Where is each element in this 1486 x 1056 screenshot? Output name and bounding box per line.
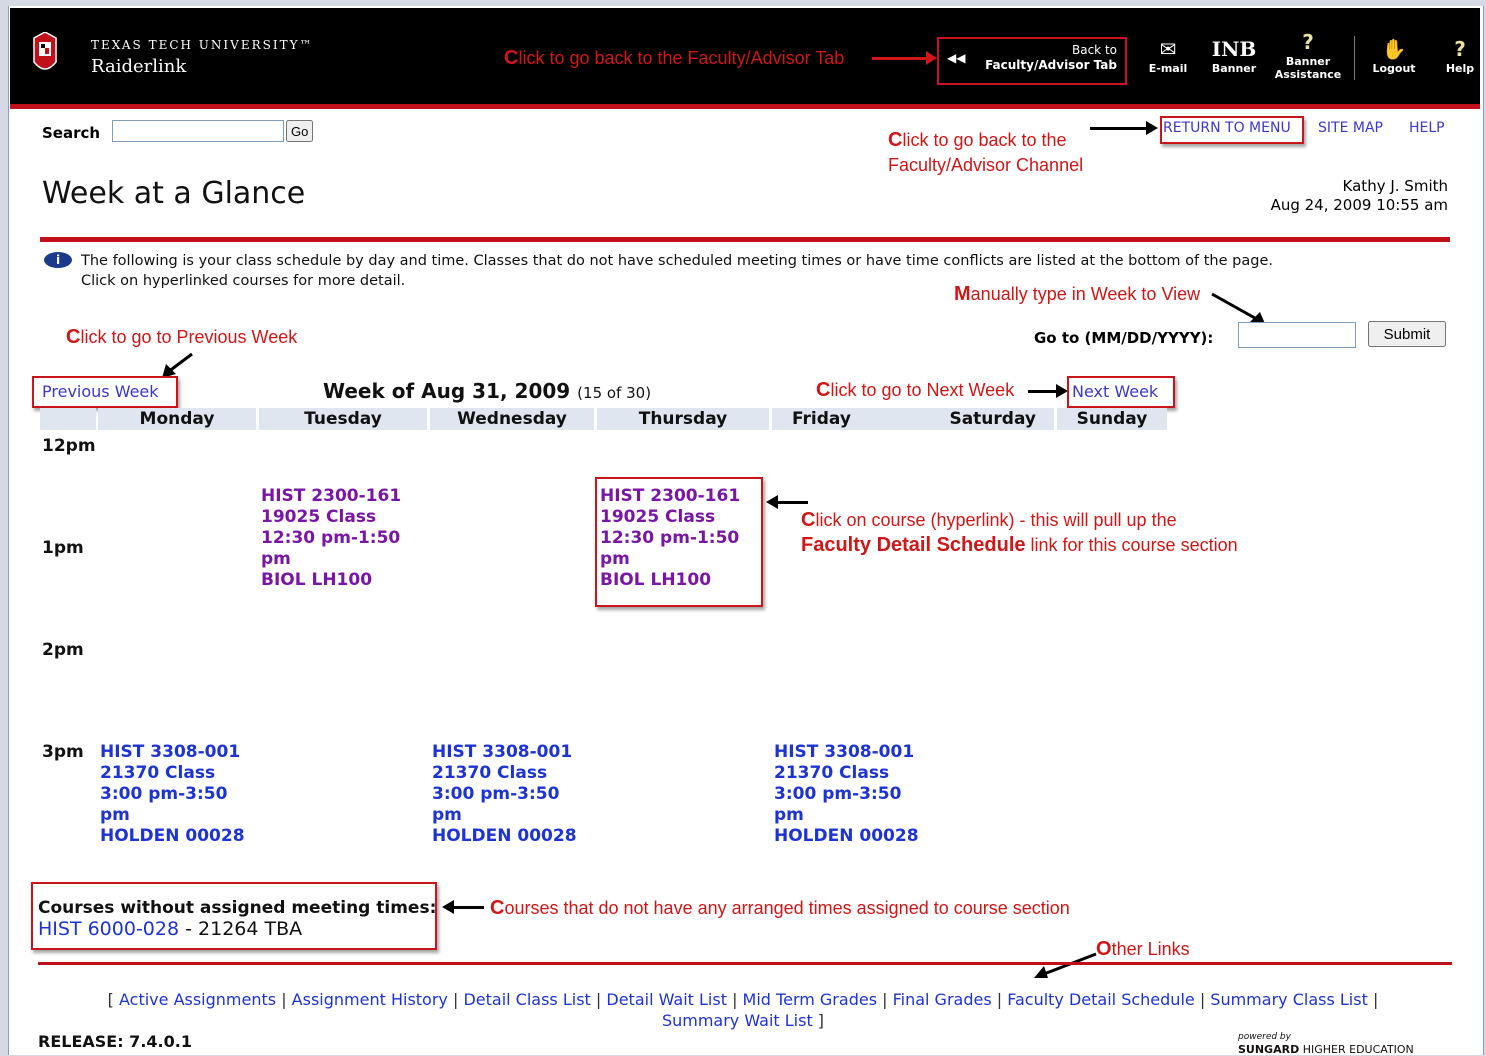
footer-link-summary-wait-list[interactable]: Summary Wait List [662, 1011, 813, 1030]
site-map-link[interactable]: SITE MAP [1318, 120, 1383, 136]
back-to-line2: Faculty/Advisor Tab [985, 58, 1117, 72]
next-week-link[interactable]: Next Week [1072, 382, 1158, 401]
day-header-sunday: Sunday [1057, 408, 1167, 430]
question-icon: ? [1454, 37, 1466, 61]
return-to-menu-link[interactable]: RETURN TO MENU [1163, 120, 1291, 136]
footer-link-faculty-detail-schedule[interactable]: Faculty Detail Schedule [1007, 990, 1195, 1009]
banner-button[interactable]: INB Banner [1206, 36, 1262, 75]
arrowhead-icon [926, 51, 937, 65]
unassigned-course-link[interactable]: HIST 6000-028 [38, 918, 179, 940]
rewind-icon: ◀◀ [947, 51, 966, 65]
unassigned-course: HIST 6000-028 - 21264 TBA [38, 918, 303, 940]
annotation-next-arrow [1028, 390, 1058, 393]
page-datetime: Aug 24, 2009 10:55 am [1270, 196, 1448, 214]
search-input[interactable] [112, 120, 284, 142]
course-wednesday-hist3308[interactable]: HIST 3308-001 21370 Class 3:00 pm-3:50 pm HO… [432, 742, 577, 847]
annotation-back-arrow [872, 57, 928, 60]
annotation-next: Click to go to Next Week [816, 379, 1015, 401]
nav-divider [1354, 36, 1355, 80]
search-label: Search [42, 124, 101, 142]
time-label-2pm: 2pm [42, 640, 84, 660]
day-header-friday: Friday [772, 408, 932, 430]
annotation-prev: Click to go to Previous Week [66, 326, 298, 348]
annotation-unassigned-arrow [452, 906, 484, 909]
footer-red-rule [38, 962, 1452, 965]
logout-button[interactable]: ✋ Logout [1364, 36, 1424, 75]
hand-icon: ✋ [1381, 37, 1407, 61]
annotation-manual: Manually type in Week to View [954, 283, 1201, 305]
day-header-blank [40, 408, 96, 430]
time-label-1pm: 1pm [42, 538, 84, 558]
day-header-monday: Monday [98, 408, 256, 430]
time-label-3pm: 3pm [42, 742, 84, 762]
help-link[interactable]: HELP [1409, 120, 1445, 136]
day-header-thursday: Thursday [597, 408, 769, 430]
course-monday-hist3308[interactable]: HIST 3308-001 21370 Class 3:00 pm-3:50 pm HO… [100, 742, 245, 847]
unassigned-label: Courses without assigned meeting times: [38, 898, 437, 918]
goto-date-input[interactable] [1238, 322, 1356, 348]
annotation-other-arrow [1034, 952, 1097, 978]
envelope-icon: ✉ [1159, 37, 1177, 61]
footer-link-active-assignments[interactable]: Active Assignments [119, 990, 276, 1009]
powered-by-text: powered by [1238, 1032, 1291, 1042]
release-text: RELEASE: 7.4.0.1 [38, 1032, 192, 1051]
info-text: The following is your class schedule by … [81, 253, 1273, 289]
annotation-return-menu: Click to go back to the Faculty/Advisor … [888, 129, 1084, 175]
user-name: Kathy J. Smith [1342, 177, 1448, 195]
footer-links: [ Active Assignments | Assignment Histor… [107, 990, 1379, 1030]
annotation-back: Click to go back to the Faculty/Advisor … [504, 47, 845, 69]
annotation-return-arrow [1090, 127, 1148, 130]
week-title: Week of Aug 31, 2009 (15 of 30) [323, 379, 652, 403]
banner-assistance-button[interactable]: ? Banner Assistance [1266, 29, 1350, 81]
annotation-course: Click on course (hyperlink) - this will … [801, 509, 1238, 556]
help-nav-button[interactable]: ? Help [1438, 36, 1482, 75]
arrowhead-icon [1146, 121, 1158, 135]
annotation-course-arrow [776, 501, 808, 504]
question-icon: ? [1302, 30, 1314, 54]
search-go-button[interactable]: Go [286, 120, 314, 142]
footer-link-final-grades[interactable]: Final Grades [893, 990, 992, 1009]
footer-link-summary-class-list[interactable]: Summary Class List [1210, 990, 1368, 1009]
back-to-line1: Back to [1072, 43, 1117, 57]
inb-icon: INB [1211, 37, 1257, 61]
university-name: TEXAS TECH UNIVERSITY™ [91, 38, 314, 52]
banner-red-rule [10, 104, 1480, 109]
day-header-saturday: Saturday [932, 408, 1054, 430]
info-icon: i [44, 252, 72, 268]
course-friday-hist3308[interactable]: HIST 3308-001 21370 Class 3:00 pm-3:50 pm HO… [774, 742, 919, 847]
course-thursday-hist2300[interactable]: HIST 2300-161 19025 Class 12:30 pm-1:50 pm B… [600, 486, 740, 591]
previous-week-link[interactable]: Previous Week [42, 382, 159, 401]
annotation-unassigned: Courses that do not have any arranged ti… [490, 897, 1070, 919]
arrowhead-icon [442, 900, 454, 914]
goto-label: Go to (MM/DD/YYYY): [1034, 329, 1214, 347]
back-to-faculty-tab-button[interactable]: ◀◀ Back to Faculty/Advisor Tab [937, 37, 1127, 85]
arrowhead-icon [766, 495, 778, 509]
app-name: Raiderlink [91, 56, 187, 77]
footer-link-detail-class-list[interactable]: Detail Class List [463, 990, 590, 1009]
title-red-rule [40, 237, 1450, 242]
ttu-shield-logo [33, 32, 57, 70]
footer-link-assignment-history[interactable]: Assignment History [292, 990, 448, 1009]
annotation-other-links: Other Links [1096, 938, 1190, 960]
time-label-12pm: 12pm [42, 436, 96, 456]
day-header-wednesday: Wednesday [430, 408, 594, 430]
goto-submit-button[interactable]: Submit [1368, 321, 1446, 347]
sungard-logo: SUNGARD HIGHER EDUCATION [1238, 1043, 1414, 1056]
day-header-tuesday: Tuesday [259, 408, 427, 430]
email-button[interactable]: ✉ E-mail [1143, 36, 1193, 75]
course-tuesday-hist2300[interactable]: HIST 2300-161 19025 Class 12:30 pm-1:50 pm B… [261, 486, 401, 591]
footer-link-mid-term-grades[interactable]: Mid Term Grades [743, 990, 877, 1009]
footer-link-detail-wait-list[interactable]: Detail Wait List [606, 990, 727, 1009]
page-title: Week at a Glance [42, 176, 306, 211]
